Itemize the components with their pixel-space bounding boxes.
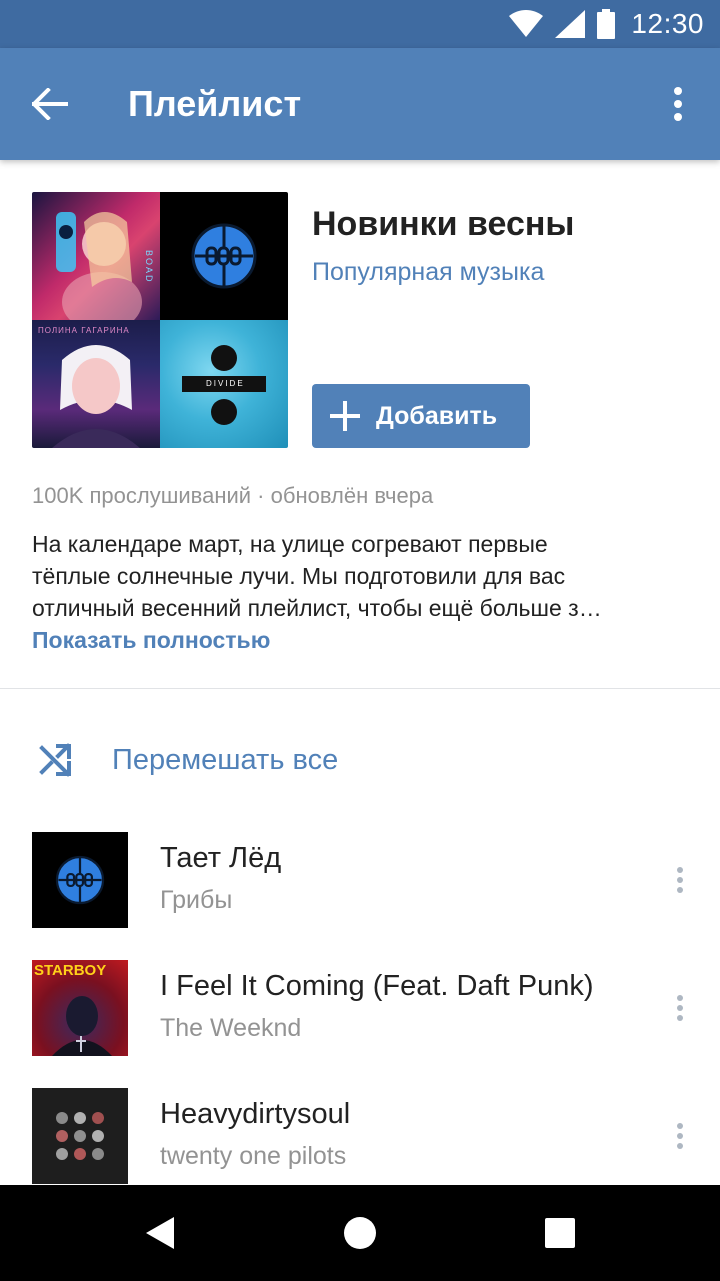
playlist-title: Новинки весны (312, 205, 575, 243)
circle-home-icon (344, 1217, 376, 1249)
track-more-button[interactable] (668, 860, 692, 900)
track-more-button[interactable] (668, 988, 692, 1028)
track-title: Тает Лёд (160, 842, 282, 874)
status-bar: 12:30 (0, 0, 720, 48)
cover-tile-gagarina: ПОЛИНА ГАГАРИНА (32, 320, 160, 448)
battery-icon (597, 9, 616, 39)
playlist-description: На календаре март, на улице согревают пе… (32, 528, 688, 624)
blurryface-art (56, 1112, 104, 1160)
track-row[interactable]: STARBOY I Feel It Coming (Feat. Daft Pun… (0, 960, 720, 1088)
add-button-label: Добавить (376, 401, 498, 430)
system-navigation-bar (0, 1185, 720, 1281)
playlist-owner-link[interactable]: Популярная музыка (312, 254, 544, 290)
shuffle-all-button[interactable]: Перемешать все (0, 720, 720, 800)
cover-tile-text: BOAD (144, 250, 154, 284)
arrow-left-icon (32, 88, 68, 120)
track-row[interactable]: Тает Лёд Грибы (0, 832, 720, 960)
cover-tile-boad: BOAD (32, 192, 160, 320)
track-more-button[interactable] (668, 1116, 692, 1156)
track-artist: The Weeknd (160, 1014, 302, 1042)
track-art (32, 1088, 128, 1184)
cover-art-portrait (52, 345, 140, 448)
cover-tile-text: DIVIDE (206, 379, 245, 388)
nav-recents-button[interactable] (532, 1205, 588, 1261)
more-vertical-icon (677, 867, 683, 893)
cover-art-figure (56, 212, 142, 320)
nav-back-button[interactable] (132, 1205, 188, 1261)
status-time: 12:30 (631, 8, 704, 39)
show-more-link[interactable]: Показать полностью (32, 624, 270, 656)
track-art (32, 832, 128, 928)
more-options-button[interactable] (658, 76, 698, 132)
triangle-back-icon (146, 1217, 174, 1249)
status-icons: 12:30 (509, 0, 704, 48)
square-recents-icon (545, 1218, 575, 1248)
description-line: тёплые солнечные лучи. Мы подготовили дл… (32, 563, 566, 589)
track-title: Heavydirtysoul (160, 1098, 351, 1130)
app-bar: Плейлист (0, 48, 720, 160)
shuffle-label: Перемешать все (112, 744, 339, 776)
track-artist: Грибы (160, 886, 233, 914)
description-line: На календаре март, на улице согревают пе… (32, 531, 548, 557)
track-title: I Feel It Coming (Feat. Daft Punk) (160, 970, 594, 1002)
gribi-logo-icon (191, 223, 257, 289)
gribi-logo-icon (55, 855, 105, 905)
plus-icon (330, 401, 360, 431)
track-artist: twenty one pilots (160, 1142, 347, 1170)
description-line: отличный весенний плейлист, чтобы ещё бо… (32, 595, 602, 621)
playlist-stats: 100K прослушиваний · обновлён вчера (32, 483, 434, 508)
track-art: STARBOY (32, 960, 128, 1056)
cover-tile-divide: DIVIDE (160, 320, 288, 448)
add-playlist-button[interactable]: Добавить (312, 384, 530, 448)
more-vertical-icon (677, 995, 683, 1021)
section-divider (0, 688, 720, 689)
cover-tile-gribi (160, 192, 288, 320)
wifi-icon (509, 10, 544, 37)
nav-home-button[interactable] (332, 1205, 388, 1261)
more-vertical-icon (677, 1123, 683, 1149)
more-vertical-icon (674, 87, 682, 121)
back-button[interactable] (22, 76, 78, 132)
cover-tile-text: ПОЛИНА ГАГАРИНА (38, 326, 130, 335)
playlist-cover: BOAD ПОЛИНА ГАГАРИНА DIVIDE (32, 192, 288, 448)
signal-icon (555, 10, 586, 38)
album-art-text: STARBOY (34, 962, 107, 979)
page-title: Плейлист (128, 83, 302, 124)
shuffle-icon (39, 743, 71, 777)
